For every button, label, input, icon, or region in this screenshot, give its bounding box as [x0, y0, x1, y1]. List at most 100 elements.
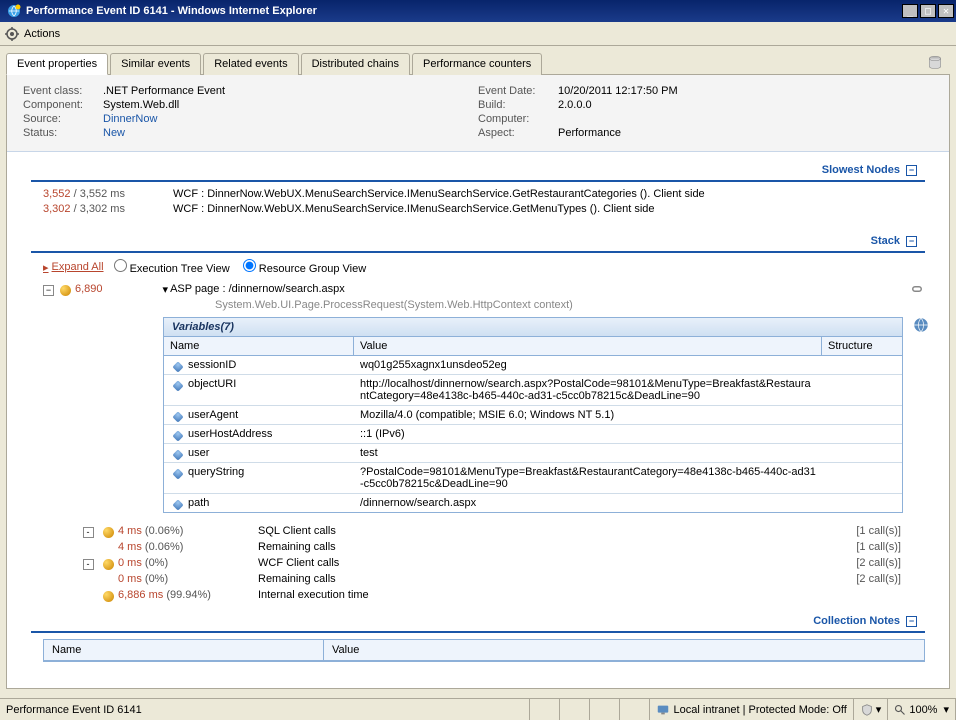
var-name: user	[188, 447, 209, 459]
variable-row[interactable]: userHostAddress::1 (IPv6)	[164, 425, 902, 444]
tab-event-properties[interactable]: Event properties	[6, 53, 108, 75]
diamond-icon	[172, 430, 183, 441]
tree-ms: 6,890	[75, 283, 103, 295]
info-label: Event Date:	[478, 85, 558, 97]
collapse-toggle[interactable]: −	[906, 165, 917, 176]
resource-group-view-radio[interactable]: Resource Group View	[243, 263, 366, 275]
tree-toggle[interactable]: -	[83, 527, 94, 538]
call-row[interactable]: -0 ms (0%)WCF Client calls[2 call(s)]	[79, 555, 901, 571]
source-link[interactable]: DinnerNow	[103, 113, 157, 125]
info-label: Build:	[478, 99, 558, 111]
var-value: Mozilla/4.0 (compatible; MSIE 6.0; Windo…	[354, 406, 822, 424]
variable-row[interactable]: userAgent Mozilla/4.0 (compatible; MSIE 6…	[164, 406, 902, 425]
collapse-toggle[interactable]: −	[906, 616, 917, 627]
var-structure	[822, 463, 902, 493]
node-time-secondary: / 3,552 ms	[74, 188, 125, 200]
zoom-icon	[894, 704, 906, 716]
status-security-dropdown[interactable]: ▾	[854, 699, 889, 720]
call-row[interactable]: 0 ms (0%)Remaining calls[2 call(s)]	[79, 571, 901, 587]
variables-title: Variables(7)	[164, 318, 902, 337]
info-label: Component:	[23, 99, 103, 111]
tree-subtitle: System.Web.UI.Page.ProcessRequest(System…	[215, 299, 925, 311]
var-name: userHostAddress	[188, 428, 272, 440]
call-pct: (0.06%)	[145, 541, 184, 553]
tab-panel: Event class:.NET Performance Event Compo…	[6, 75, 950, 689]
var-name: userAgent	[188, 409, 238, 421]
status-security: Local intranet | Protected Mode: Off	[650, 699, 854, 720]
diamond-icon	[172, 411, 183, 422]
var-structure	[822, 425, 902, 443]
call-pct: (99.94%)	[166, 589, 211, 601]
close-button[interactable]: ✕	[938, 4, 954, 18]
bullet-icon	[103, 527, 114, 538]
var-structure	[822, 375, 902, 405]
status-cell	[620, 699, 650, 720]
var-name: objectURI	[188, 378, 236, 390]
db-icon[interactable]	[926, 54, 944, 72]
col-structure: Structure	[822, 337, 902, 355]
tab-similar-events[interactable]: Similar events	[110, 53, 201, 75]
variable-row[interactable]: usertest	[164, 444, 902, 463]
var-structure	[822, 444, 902, 462]
call-ms: 4 ms	[118, 525, 142, 537]
node-time-secondary: / 3,302 ms	[74, 203, 125, 215]
slow-node-row[interactable]: 3,302 / 3,302 ms WCF : DinnerNow.WebUX.M…	[43, 203, 925, 215]
status-link[interactable]: New	[103, 127, 125, 139]
call-pct: (0%)	[145, 573, 168, 585]
globe-icon[interactable]	[912, 316, 930, 334]
call-ms: 0 ms	[118, 573, 142, 585]
status-bar: Performance Event ID 6141 Local intranet…	[0, 698, 956, 720]
section-title: Collection Notes	[813, 615, 900, 627]
call-pct: (0%)	[145, 557, 168, 569]
slow-node-row[interactable]: 3,552 / 3,552 ms WCF : DinnerNow.WebUX.M…	[43, 188, 925, 200]
execution-tree-view-radio[interactable]: Execution Tree View	[114, 263, 230, 275]
var-name: queryString	[188, 466, 244, 478]
tree-toggle[interactable]: −	[43, 285, 54, 296]
maximize-button[interactable]: □	[920, 4, 936, 18]
info-value: System.Web.dll	[103, 99, 179, 111]
tree-toggle[interactable]: -	[83, 559, 94, 570]
variable-row[interactable]: queryString ?PostalCode=98101&MenuType=Br…	[164, 463, 902, 494]
variable-row[interactable]: path/dinnernow/search.aspx	[164, 494, 902, 512]
calls-block: -4 ms (0.06%)SQL Client calls[1 call(s)]…	[79, 523, 901, 603]
call-row[interactable]: 4 ms (0.06%)Remaining calls[1 call(s)]	[79, 539, 901, 555]
tab-related-events[interactable]: Related events	[203, 53, 298, 75]
variables-panel: Variables(7) Name Value Structure sessio…	[163, 317, 903, 513]
scroll-area[interactable]: Slowest Nodes − 3,552 / 3,552 ms WCF : D…	[7, 152, 949, 689]
tab-performance-counters[interactable]: Performance counters	[412, 53, 542, 75]
info-label: Status:	[23, 127, 103, 139]
call-name: Internal execution time	[258, 589, 811, 601]
var-structure	[822, 406, 902, 424]
var-value: ::1 (IPv6)	[354, 425, 822, 443]
tree-area: − 6,890 ▾ ASP page : /dinnernow/search.a…	[43, 281, 925, 603]
chevron-down-icon[interactable]: ▾	[163, 283, 169, 296]
status-zoom[interactable]: 100% ▾	[888, 699, 956, 720]
ie-icon	[6, 3, 22, 19]
tree-root[interactable]: − 6,890 ▾ ASP page : /dinnernow/search.a…	[43, 281, 925, 297]
tab-distributed-chains[interactable]: Distributed chains	[301, 53, 410, 75]
info-value: Performance	[558, 127, 621, 139]
link-icon[interactable]	[909, 281, 925, 297]
var-structure	[822, 356, 902, 374]
call-name: WCF Client calls	[258, 557, 811, 569]
expand-all-link[interactable]: Expand All	[43, 261, 104, 274]
call-row[interactable]: -4 ms (0.06%)SQL Client calls[1 call(s)]	[79, 523, 901, 539]
diamond-icon	[172, 380, 183, 391]
notes-table: Name Value	[43, 639, 925, 662]
collapse-toggle[interactable]: −	[906, 236, 917, 247]
actions-menu[interactable]: Actions	[24, 28, 60, 40]
content-area: Event properties Similar events Related …	[0, 46, 956, 696]
call-name: Remaining calls	[258, 541, 811, 553]
variables-header: Name Value Structure	[164, 337, 902, 356]
info-label: Source:	[23, 113, 103, 125]
view-radios: Execution Tree View Resource Group View	[104, 259, 367, 275]
minimize-button[interactable]: _	[902, 4, 918, 18]
variable-row[interactable]: sessionIDwq01g255xagnx1unsdeo52eg	[164, 356, 902, 375]
variable-row[interactable]: objectURIhttp://localhost/dinnernow/sear…	[164, 375, 902, 406]
call-ms: 4 ms	[118, 541, 142, 553]
var-value: ?PostalCode=98101&MenuType=Breakfast&Res…	[354, 463, 822, 493]
gear-icon	[4, 26, 20, 42]
bullet-icon	[103, 559, 114, 570]
call-count: [2 call(s)]	[811, 557, 901, 569]
call-row[interactable]: 6,886 ms (99.94%)Internal execution time	[79, 587, 901, 603]
